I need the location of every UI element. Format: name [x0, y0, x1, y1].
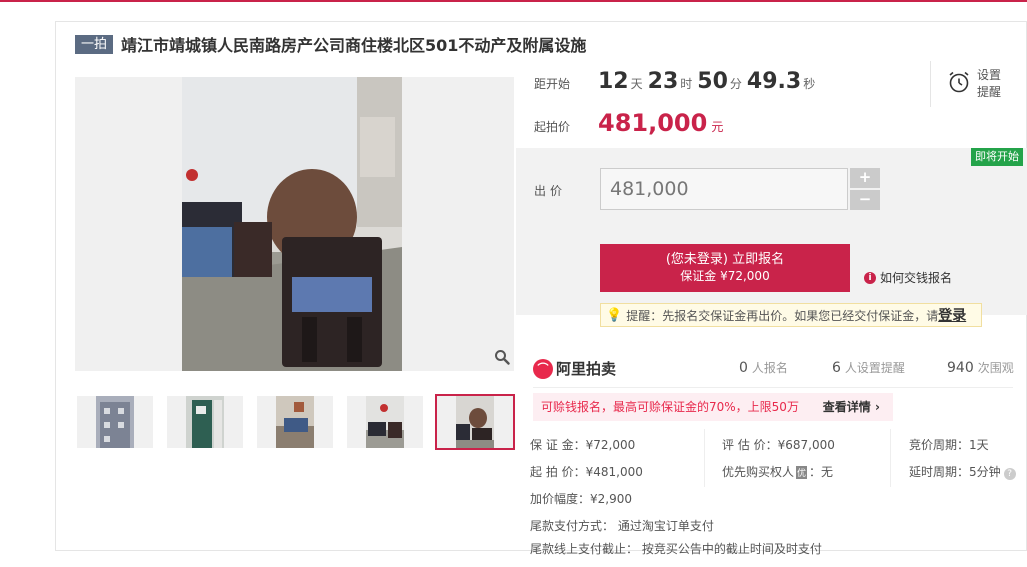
view-count-label: 次围观 [977, 361, 1014, 375]
priority-purchaser-value: ：无 [809, 465, 834, 479]
delay-cycle-text: 延时周期：5分钟 [909, 465, 1001, 479]
details-divider [704, 429, 705, 487]
countdown: 距开始 12 天 23 时 50 分 49.3 秒 [534, 69, 820, 94]
thumbnail-door[interactable] [167, 396, 243, 448]
countdown-minutes-unit: 分 [729, 77, 742, 91]
details-divider [890, 429, 891, 487]
bid-area: 即将开始 出价 481,000 + − (您未登录) 立即报名 保证金 ¥72,… [516, 148, 1027, 327]
platform-name: 阿里拍卖 [556, 360, 617, 378]
bid-increment: 加价幅度：¥2,900 [530, 492, 632, 506]
deposit-amount: 保 证 金：¥72,000 [530, 438, 636, 452]
signup-button[interactable]: (您未登录) 立即报名 保证金 ¥72,000 [600, 244, 850, 292]
bid-amount-input[interactable]: 481,000 [600, 168, 848, 210]
auction-card: 一拍 靖江市靖城镇人民南路房产公司商住楼北区501不动产及附属设施 距开始 12… [55, 21, 1027, 556]
deposit-loan-banner: 可赊钱报名，最高可赊保证金的70%，上限50万 查看详情 › [533, 393, 893, 421]
increase-bid-button[interactable]: + [850, 168, 880, 188]
delay-cycle: 延时周期：5分钟? [909, 463, 1016, 480]
reminder-count-value: 6 [832, 360, 841, 376]
view-count-value: 940 [947, 360, 974, 376]
platform-logo: ⌒ 阿里拍卖 [533, 358, 616, 379]
countdown-minutes: 50 [697, 69, 728, 94]
auction-round-badge: 一拍 [75, 34, 114, 54]
countdown-days-unit: 天 [630, 77, 643, 91]
priority-purchaser: 优先购买权人优：无 [722, 463, 833, 480]
countdown-seconds-unit: 秒 [803, 77, 816, 91]
payment-method: 尾款支付方式： 通过淘宝订单支付 [530, 519, 714, 533]
bidding-cycle: 竞价周期：1天 [909, 438, 989, 452]
countdown-label: 距开始 [534, 77, 571, 91]
start-price-label: 起拍价 [534, 120, 571, 134]
lightbulb-icon: 💡 [606, 307, 623, 323]
signup-count-label: 人报名 [751, 361, 788, 375]
start-price-value: 481,000 [598, 109, 708, 137]
stats-divider [533, 387, 1013, 388]
info-icon: i [864, 271, 876, 284]
main-image-viewer[interactable] [75, 77, 514, 371]
login-tip: 💡 提醒：先报名交保证金再出价。如果您已经交付保证金，请 登录 [600, 303, 982, 327]
thumbnail-building[interactable] [77, 396, 153, 448]
thumbnail-bedroom[interactable] [257, 396, 333, 448]
view-count: 940 次围观 [947, 359, 1014, 376]
auction-title-text: 靖江市靖城镇人民南路房产公司商住楼北区501不动产及附属设施 [121, 36, 587, 55]
priority-tag-icon: 优 [796, 466, 808, 479]
appraisal-price: 评 估 价：¥687,000 [722, 438, 835, 452]
how-to-pay-link[interactable]: i 如何交钱报名 [864, 269, 952, 286]
countdown-seconds: 49.3 [746, 69, 802, 94]
main-photo [182, 77, 402, 371]
payment-deadline: 尾款线上支付截止： 按竞买公告中的截止时间及时支付 [530, 542, 822, 556]
start-price-row: 起拍价 481,000 元 [534, 109, 723, 137]
login-link[interactable]: 登录 [938, 305, 966, 325]
help-icon[interactable]: ? [1003, 468, 1016, 480]
reminder-count: 6 人设置提醒 [832, 359, 905, 376]
auction-title: 一拍 靖江市靖城镇人民南路房产公司商住楼北区501不动产及附属设施 [75, 34, 587, 55]
login-tip-text: 提醒：先报名交保证金再出价。如果您已经交付保证金，请 [626, 308, 939, 323]
starting-price: 起 拍 价：¥481,000 [530, 465, 643, 479]
how-to-pay-label: 如何交钱报名 [880, 271, 953, 285]
top-accent-line [0, 0, 1027, 2]
ali-auction-logo-icon: ⌒ [533, 358, 553, 379]
start-price-unit: 元 [711, 120, 724, 134]
signup-deposit-label: 保证金 ¥72,000 [680, 269, 770, 283]
decrease-bid-button[interactable]: − [850, 190, 880, 210]
bid-label: 出价 [534, 184, 567, 198]
reminder-count-label: 人设置提醒 [844, 361, 905, 375]
thumbnail-room-selected[interactable] [435, 394, 515, 450]
view-details-link[interactable]: 查看详情 › [823, 400, 880, 414]
alarm-clock-icon [947, 70, 971, 98]
set-reminder-button[interactable]: 设置提醒 [930, 61, 1026, 107]
countdown-days: 12 [598, 69, 629, 94]
set-reminder-label: 设置提醒 [977, 68, 1002, 99]
deposit-loan-text: 可赊钱报名，最高可赊保证金的70%，上限50万 [541, 400, 799, 414]
zoom-icon[interactable] [492, 349, 512, 369]
countdown-hours-unit: 时 [680, 77, 693, 91]
signup-count-value: 0 [739, 360, 748, 376]
thumbnail-strip [75, 394, 515, 450]
priority-purchaser-label: 优先购买权人 [722, 465, 795, 479]
signup-count: 0 人报名 [739, 359, 788, 376]
thumbnail-living-room[interactable] [347, 396, 423, 448]
countdown-hours: 23 [647, 69, 679, 94]
signup-button-label: (您未登录) 立即报名 [665, 252, 785, 267]
status-badge: 即将开始 [971, 148, 1023, 166]
